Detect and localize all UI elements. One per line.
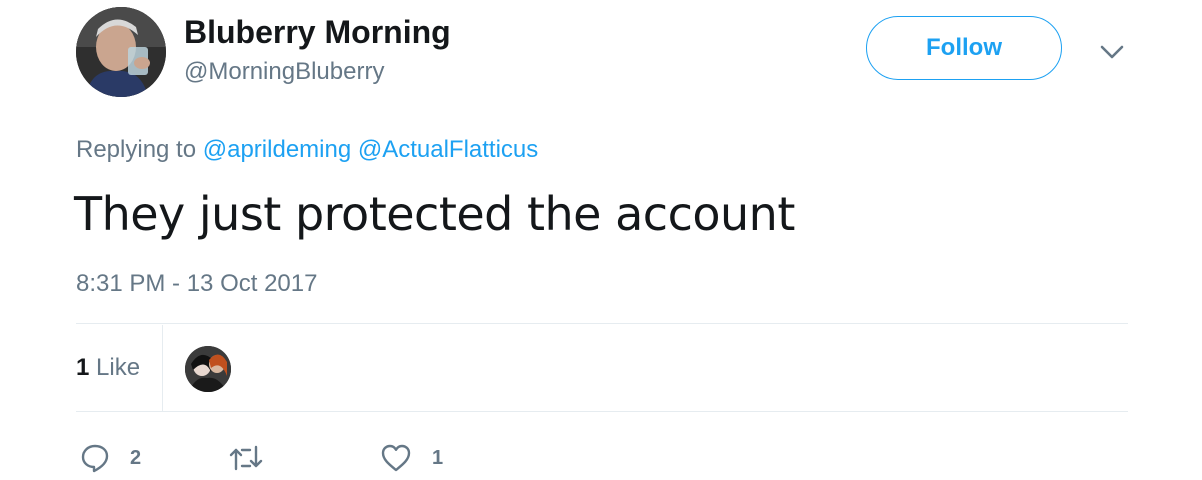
divider	[76, 323, 1128, 324]
tweet-text: They just protected the account	[74, 187, 795, 241]
like-button[interactable]: 1	[380, 440, 443, 476]
mention-link[interactable]: @ActualFlatticus	[358, 136, 538, 163]
profile-photo-icon	[185, 346, 231, 392]
tweet-card: Bluberry Morning @MorningBluberry Follow…	[0, 0, 1202, 480]
liker-avatar[interactable]	[185, 346, 231, 392]
reply-button[interactable]: 2	[80, 440, 141, 476]
retweet-button[interactable]	[228, 440, 264, 476]
reply-icon	[81, 444, 109, 473]
author-display-name[interactable]: Bluberry Morning	[184, 12, 451, 52]
reply-context: Replying to @aprildeming @ActualFlatticu…	[76, 134, 538, 166]
profile-photo-icon	[76, 7, 166, 97]
author-screen-name[interactable]: @MorningBluberry	[184, 57, 384, 87]
reply-count: 2	[130, 446, 142, 469]
tweet-timestamp[interactable]: 8:31 PM - 13 Oct 2017	[76, 268, 317, 300]
mention-link[interactable]: @aprildeming	[203, 136, 351, 163]
author-avatar[interactable]	[76, 7, 166, 97]
retweet-icon	[229, 445, 263, 471]
heart-icon	[381, 444, 411, 472]
likes-label: Like	[96, 354, 141, 381]
reply-context-prefix: Replying to	[76, 136, 197, 163]
like-count: 1	[432, 446, 444, 469]
likes-stat[interactable]: 1 Like	[76, 352, 140, 384]
chevron-down-icon	[1100, 45, 1124, 59]
follow-button[interactable]: Follow	[866, 16, 1062, 80]
more-options-button[interactable]	[1098, 38, 1126, 66]
divider	[76, 411, 1128, 412]
likes-count: 1	[76, 354, 90, 381]
stat-separator	[162, 325, 163, 411]
